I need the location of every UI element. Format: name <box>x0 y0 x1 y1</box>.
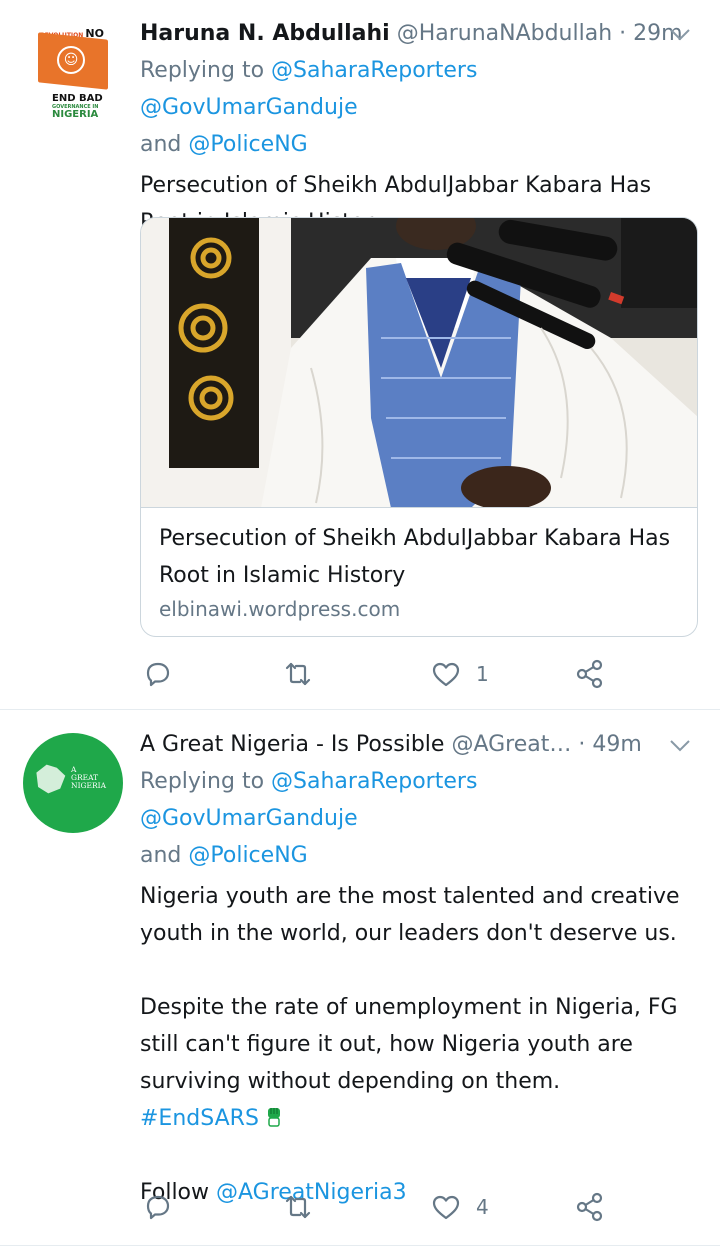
share-icon <box>576 659 603 689</box>
tweet-actions: 4 <box>140 1187 700 1227</box>
avatar-caption: END BAD GOVERNANCE IN NIGERIA <box>52 93 103 120</box>
card-body[interactable]: Persecution of Sheikh AbdulJabbar Kabara… <box>159 520 679 624</box>
share-icon <box>576 1192 603 1222</box>
avatar[interactable]: REVOLUTION NO ☺ END BAD GOVERNANCE IN NI… <box>30 26 114 126</box>
reply-button[interactable] <box>142 1187 188 1227</box>
card-title: Persecution of Sheikh AbdulJabbar Kabara… <box>159 526 671 588</box>
like-count: 4 <box>476 1195 489 1219</box>
display-name[interactable]: A Great Nigeria - Is Possible <box>140 732 444 757</box>
avatar-brand: A GREAT NIGERIA <box>71 765 107 790</box>
share-button[interactable] <box>574 1187 606 1227</box>
mention-link[interactable]: @GovUmarGanduje <box>140 95 358 120</box>
display-name[interactable]: Haruna N. Abdullahi <box>140 21 390 46</box>
like-count: 1 <box>476 662 489 686</box>
mention-link[interactable]: @PoliceNG <box>188 843 307 868</box>
chevron-down-icon[interactable] <box>668 735 692 755</box>
tweet-text: Nigeria youth are the most talented and … <box>140 884 680 1205</box>
like-button[interactable]: 1 <box>430 654 489 694</box>
reply-icon <box>146 1195 170 1220</box>
mention-link[interactable]: @PoliceNG <box>188 132 307 157</box>
tweet-header: A Great Nigeria - Is Possible @AGreat… ·… <box>140 729 700 761</box>
chevron-down-icon[interactable] <box>668 24 692 44</box>
tweet-actions: 1 <box>140 654 700 694</box>
link-card[interactable]: Persecution of Sheikh AbdulJabbar Kabara… <box>140 217 698 637</box>
retweet-icon <box>285 1195 311 1219</box>
share-button[interactable] <box>574 654 606 694</box>
replying-to: Replying to @SaharaReporters @GovUmarGan… <box>140 769 478 868</box>
avatar[interactable]: A GREAT NIGERIA <box>23 733 123 833</box>
raised-fist-icon <box>267 1108 280 1127</box>
hashtag-link[interactable]: #EndSARS <box>140 1106 259 1131</box>
nigeria-map-icon <box>36 764 66 794</box>
card-domain: elbinawi.wordpress.com <box>159 597 401 621</box>
tweet-header: Haruna N. Abdullahi @HarunaNAbdullah · 2… <box>140 18 700 50</box>
user-handle[interactable]: @AGreat… <box>451 732 571 757</box>
tweet[interactable]: A GREAT NIGERIA A Great Nigeria - Is Pos… <box>0 711 720 1246</box>
like-button[interactable]: 4 <box>430 1187 489 1227</box>
mention-link[interactable]: @GovUmarGanduje <box>140 806 358 831</box>
like-icon <box>432 662 460 687</box>
timestamp[interactable]: · 49m <box>578 732 641 757</box>
emblem-icon: ☺ <box>57 46 85 74</box>
tweet-content: A Great Nigeria - Is Possible @AGreat… ·… <box>140 729 700 1211</box>
mention-link[interactable]: @SaharaReporters <box>271 769 477 794</box>
retweet-button[interactable] <box>282 654 328 694</box>
reply-icon <box>146 662 170 687</box>
photo-illustration <box>141 218 697 507</box>
tweet-content: Haruna N. Abdullahi @HarunaNAbdullah · 2… <box>140 18 700 241</box>
retweet-icon <box>285 662 311 686</box>
like-icon <box>432 1195 460 1220</box>
replying-to: Replying to @SaharaReporters @GovUmarGan… <box>140 58 478 157</box>
mention-link[interactable]: @SaharaReporters <box>271 58 477 83</box>
card-image[interactable] <box>141 218 697 508</box>
tweet[interactable]: REVOLUTION NO ☺ END BAD GOVERNANCE IN NI… <box>0 0 720 710</box>
user-handle[interactable]: @HarunaNAbdullah <box>397 21 612 46</box>
retweet-button[interactable] <box>282 1187 328 1227</box>
reply-button[interactable] <box>142 654 188 694</box>
